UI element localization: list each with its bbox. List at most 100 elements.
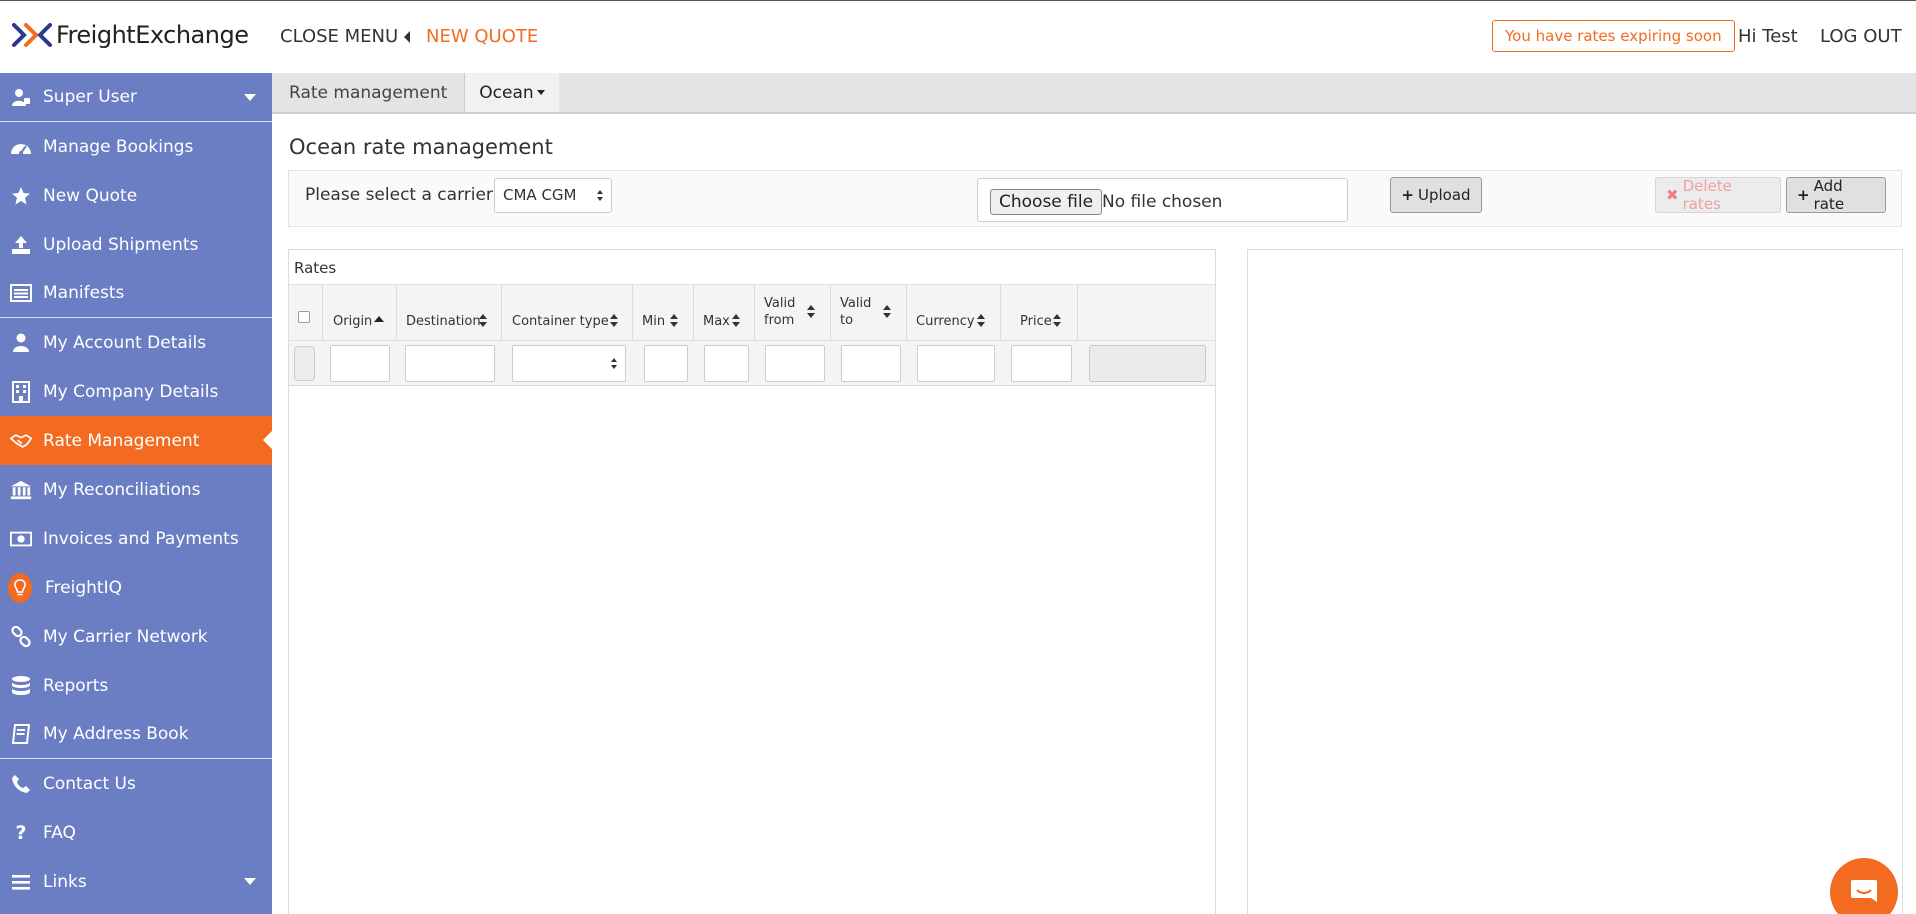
header-label: Valid xyxy=(840,296,872,311)
rates-filter-row xyxy=(289,341,1215,386)
header-origin[interactable]: Origin xyxy=(323,285,397,340)
app-window: FreightExchange CLOSE MENU NEW QUOTE You… xyxy=(0,0,1916,914)
caret-down-icon xyxy=(536,90,545,95)
rates-grid-panel: Rates Origin Destination Container type xyxy=(288,249,1216,914)
header-label: Min xyxy=(642,314,666,329)
sidebar-item-new-quote[interactable]: New Quote xyxy=(0,171,272,220)
sidebar-item-label: Manifests xyxy=(43,283,125,303)
expiring-rates-alert[interactable]: You have rates expiring soon xyxy=(1492,20,1735,52)
sidebar-item-label: Invoices and Payments xyxy=(43,528,239,549)
sort-icon xyxy=(732,314,741,328)
header-max[interactable]: Max xyxy=(694,285,755,340)
sidebar-item-my-account-details[interactable]: My Account Details xyxy=(0,318,272,367)
header-price[interactable]: Price xyxy=(1001,285,1078,340)
lightbulb-icon xyxy=(8,572,32,603)
star-icon xyxy=(10,185,32,207)
brand-logo[interactable]: FreightExchange xyxy=(12,21,249,49)
sort-icon xyxy=(977,314,986,328)
header-label: Valid xyxy=(764,296,796,311)
delete-rates-button[interactable]: ✖ Delete rates xyxy=(1655,177,1781,213)
sidebar-item-my-reconciliations[interactable]: My Reconciliations xyxy=(0,465,272,514)
header-label: Price xyxy=(1020,314,1052,329)
header-label: Max xyxy=(703,314,730,329)
plus-icon: + xyxy=(1401,186,1414,204)
sidebar-item-invoices-and-payments[interactable]: Invoices and Payments xyxy=(0,514,272,563)
carrier-select-value: CMA CGM xyxy=(503,186,577,204)
close-menu-label: CLOSE MENU xyxy=(280,26,399,47)
sidebar-item-contact-us[interactable]: Contact Us xyxy=(0,759,272,808)
user-greeting[interactable]: Hi Test xyxy=(1738,26,1798,47)
price-filter-input[interactable] xyxy=(1011,345,1072,382)
header-valid-from[interactable]: Valid from xyxy=(755,285,831,340)
upload-button[interactable]: + Upload xyxy=(1390,177,1482,213)
sidebar-item-label: My Company Details xyxy=(43,381,219,402)
sort-icon xyxy=(1053,314,1062,328)
sort-icon xyxy=(610,314,619,328)
sidebar-item-my-carrier-network[interactable]: My Carrier Network xyxy=(0,612,272,661)
logout-link[interactable]: LOG OUT xyxy=(1820,26,1902,47)
dashboard-gauge-icon xyxy=(10,136,32,158)
sidebar-item-freightiq[interactable]: FreightIQ xyxy=(0,563,272,612)
filter-select-cell xyxy=(294,346,315,381)
header-min[interactable]: Min xyxy=(633,285,694,340)
plus-icon: + xyxy=(1797,186,1810,204)
max-filter-input[interactable] xyxy=(704,345,749,382)
sidebar-item-super-user[interactable]: Super User xyxy=(0,73,272,122)
choose-file-button[interactable]: Choose file xyxy=(990,189,1103,215)
select-all-checkbox[interactable] xyxy=(298,311,310,323)
select-arrows-icon xyxy=(597,190,604,202)
new-quote-link[interactable]: NEW QUOTE xyxy=(426,26,538,47)
header-currency[interactable]: Currency xyxy=(907,285,1001,340)
sidebar-item-reports[interactable]: Reports xyxy=(0,661,272,710)
destination-filter-input[interactable] xyxy=(405,345,495,382)
sidebar-item-label: My Reconciliations xyxy=(43,479,201,500)
breadcrumb: Rate management Ocean xyxy=(272,73,1916,114)
file-upload-field[interactable]: Choose file No file chosen xyxy=(977,178,1348,222)
close-menu-button[interactable]: CLOSE MENU xyxy=(280,26,411,47)
sort-icon xyxy=(807,305,816,319)
sidebar-item-upload-shipments[interactable]: Upload Shipments xyxy=(0,220,272,269)
header-label: Container type xyxy=(512,314,609,329)
delete-rates-label: Delete rates xyxy=(1682,177,1732,213)
carrier-select[interactable]: CMA CGM xyxy=(494,178,612,213)
header-valid-to[interactable]: Valid to xyxy=(831,285,907,340)
sidebar-nav: Super User Manage Bookings New Quote Upl… xyxy=(0,73,272,914)
valid-to-filter-input[interactable] xyxy=(841,345,901,382)
sidebar-item-rate-management[interactable]: Rate Management xyxy=(0,416,272,465)
file-status: No file chosen xyxy=(1102,192,1223,212)
header-destination[interactable]: Destination xyxy=(397,285,502,340)
user-icon xyxy=(10,332,32,354)
sidebar-item-my-company-details[interactable]: My Company Details xyxy=(0,367,272,416)
carrier-label: Please select a carrier : xyxy=(305,185,505,205)
container-type-filter-select[interactable] xyxy=(512,345,626,382)
sidebar-item-faq[interactable]: ? FAQ xyxy=(0,808,272,857)
sidebar-item-label: Links xyxy=(43,871,87,892)
chevron-down-icon xyxy=(244,878,256,885)
breadcrumb-rate-management[interactable]: Rate management xyxy=(272,73,464,112)
sidebar-item-label: Manage Bookings xyxy=(43,136,194,157)
origin-filter-input[interactable] xyxy=(330,345,390,382)
sidebar-item-label: Rate Management xyxy=(43,430,200,451)
min-filter-input[interactable] xyxy=(644,345,688,382)
menu-icon xyxy=(10,871,32,893)
list-icon xyxy=(10,282,32,304)
add-rate-button[interactable]: + Add rate xyxy=(1786,177,1886,213)
top-header: FreightExchange CLOSE MENU NEW QUOTE You… xyxy=(0,1,1916,73)
currency-filter-input[interactable] xyxy=(917,345,995,382)
sidebar-item-manifests[interactable]: Manifests xyxy=(0,269,272,318)
valid-from-filter-input[interactable] xyxy=(765,345,825,382)
header-label: from xyxy=(764,313,795,328)
database-icon xyxy=(10,675,32,697)
building-icon xyxy=(10,380,32,403)
chat-icon xyxy=(1851,880,1877,902)
question-icon: ? xyxy=(15,821,27,844)
mode-dropdown[interactable]: Ocean xyxy=(464,73,559,112)
actions-filter-cell xyxy=(1089,345,1206,382)
sidebar-item-my-address-book[interactable]: My Address Book xyxy=(0,710,272,759)
header-label: Destination xyxy=(406,314,481,329)
header-container-type[interactable]: Container type xyxy=(502,285,633,340)
sidebar-item-links[interactable]: Links xyxy=(0,857,272,906)
header-label: Currency xyxy=(916,314,975,329)
sidebar-item-manage-bookings[interactable]: Manage Bookings xyxy=(0,122,272,171)
sort-icon xyxy=(883,305,892,319)
